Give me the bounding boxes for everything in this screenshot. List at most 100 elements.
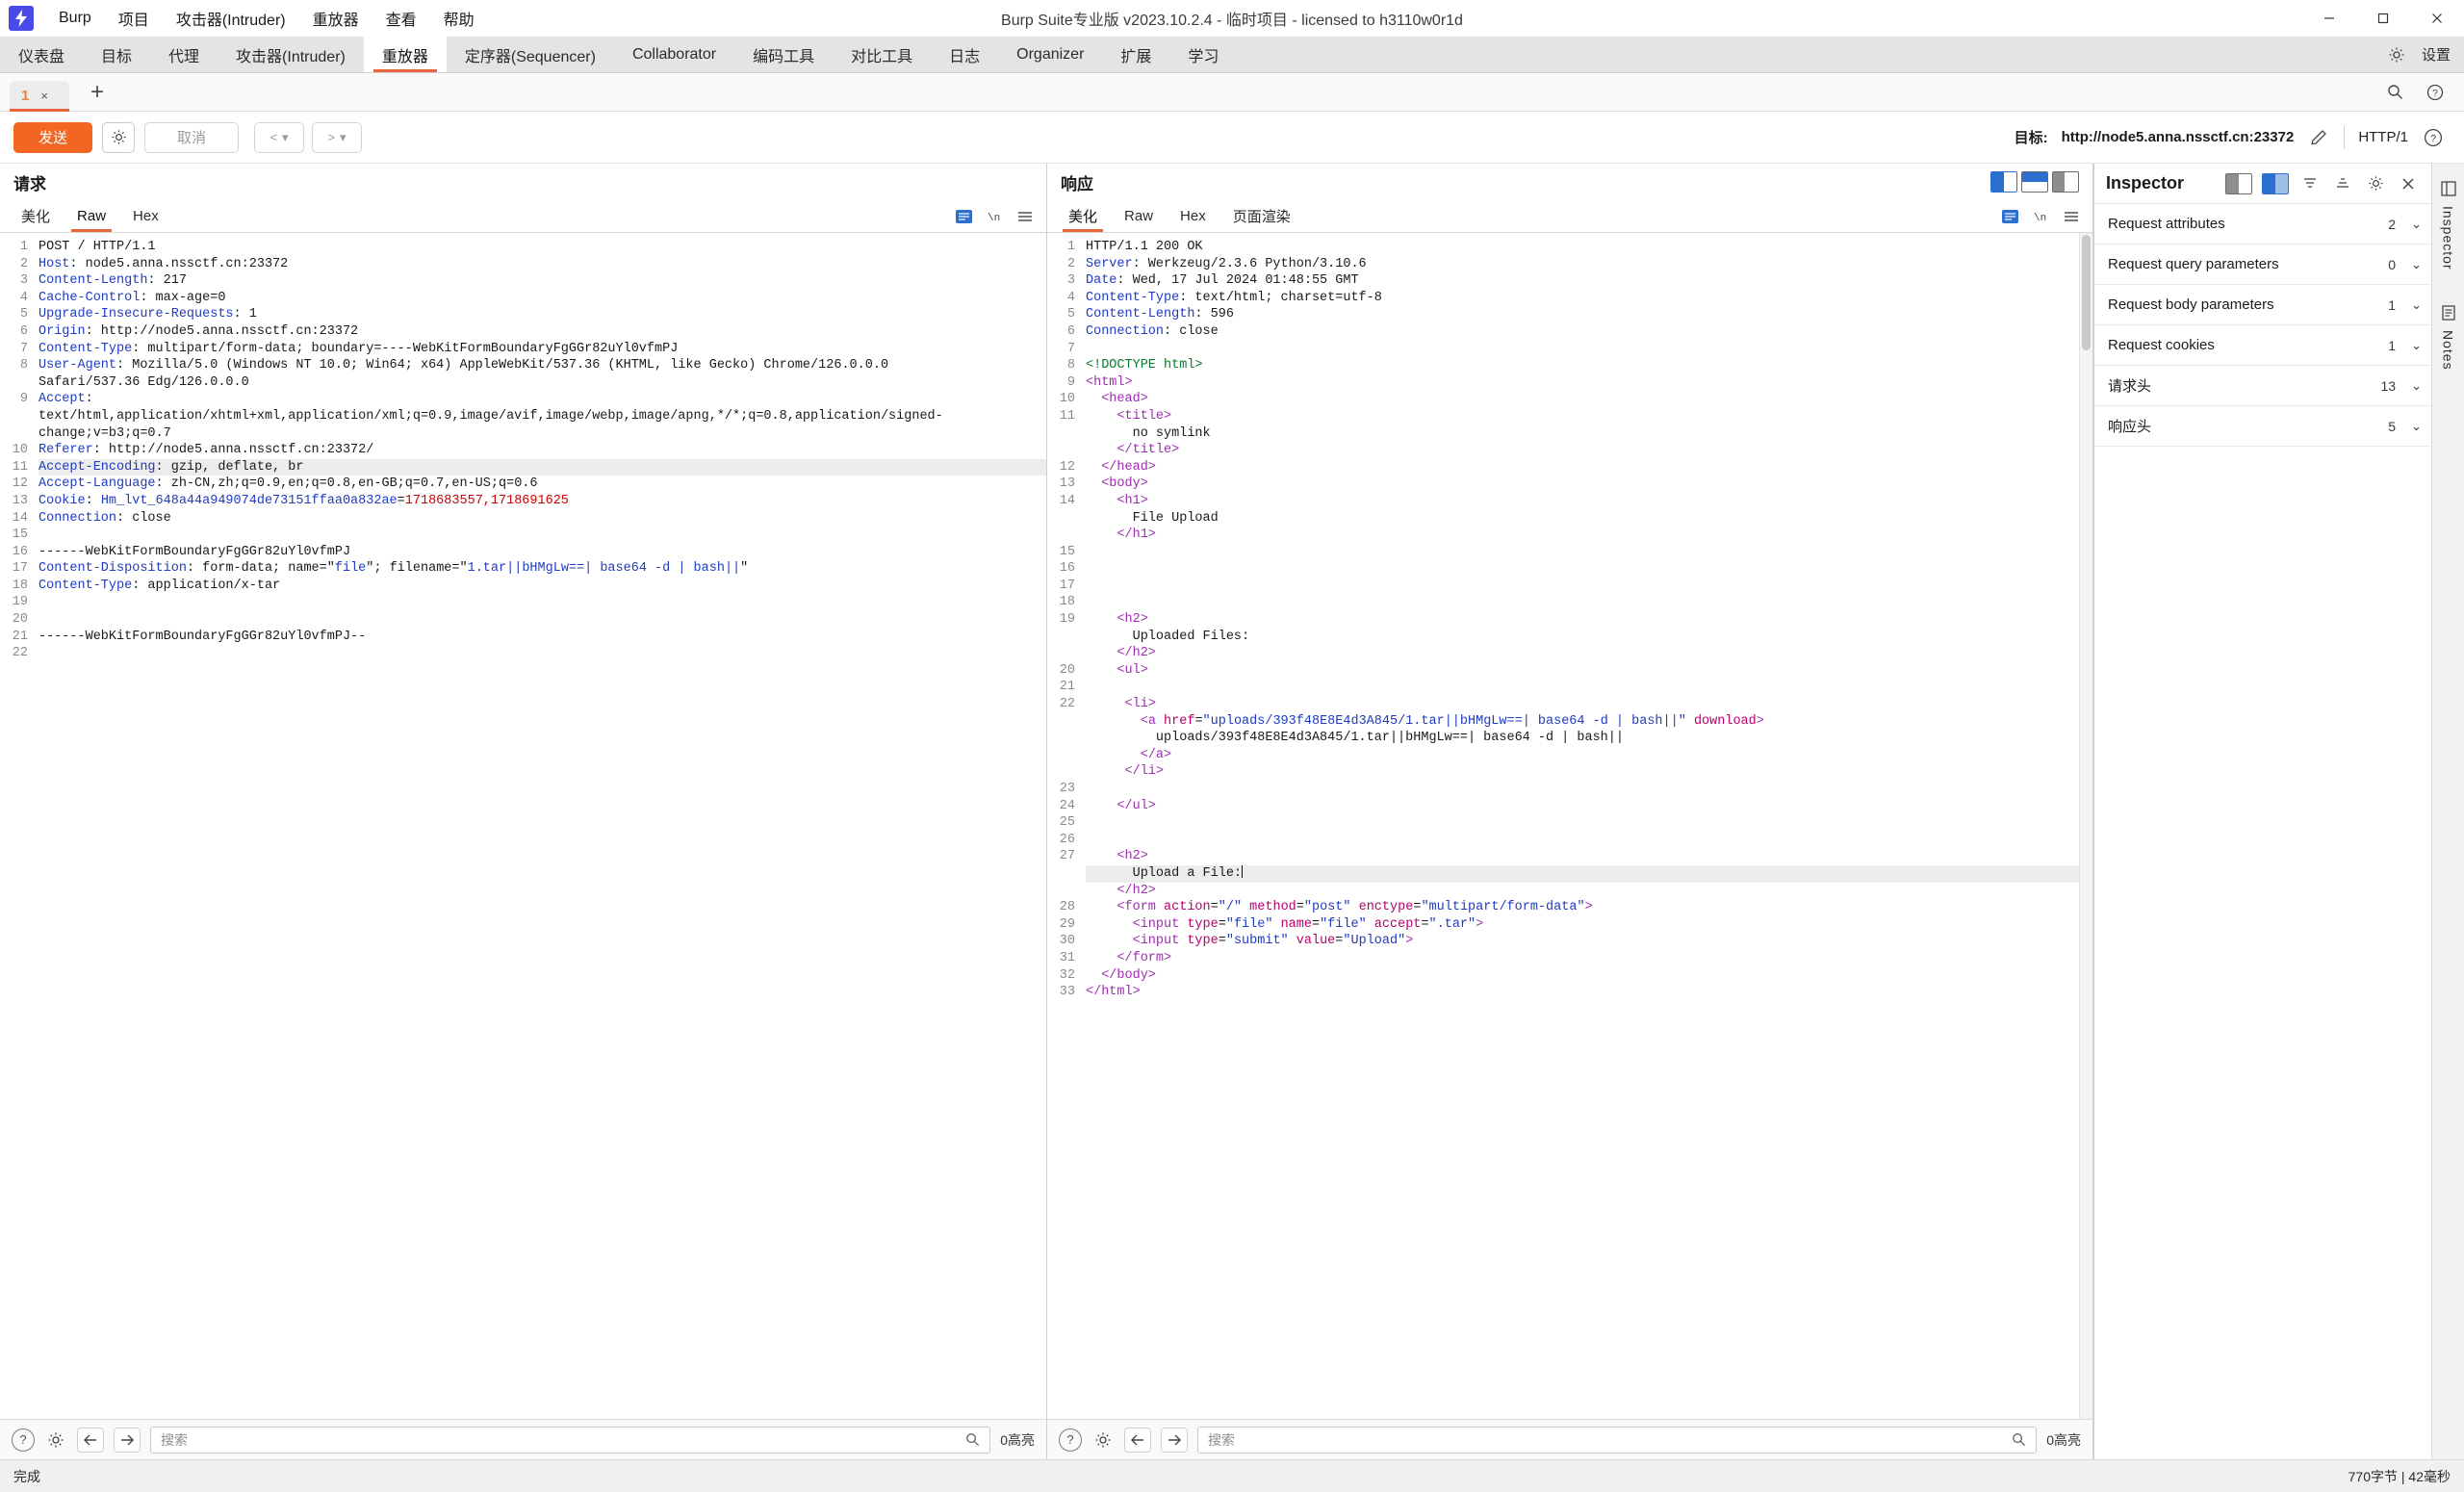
code-line[interactable] — [1086, 578, 2092, 595]
search-icon[interactable] — [2383, 81, 2406, 104]
response-search-input[interactable]: 搜索 — [1197, 1426, 2038, 1453]
arrow-right-icon[interactable] — [1161, 1427, 1188, 1453]
code-line[interactable]: <h1> — [1086, 493, 2092, 510]
code-line[interactable]: <input type="submit" value="Upload"> — [1086, 933, 2092, 950]
inspector-row-request-query-parameters[interactable]: Request query parameters 0 ⌄ — [2094, 244, 2431, 285]
expand-icon[interactable] — [2331, 172, 2354, 195]
code-line[interactable]: <html> — [1086, 374, 2092, 392]
arrow-right-icon[interactable] — [114, 1427, 141, 1453]
code-line[interactable]: </h2> — [1086, 645, 2092, 662]
scrollbar-thumb[interactable] — [2082, 235, 2091, 350]
question-circle-icon[interactable]: ? — [2422, 126, 2445, 149]
request-tab-raw[interactable]: Raw — [64, 200, 119, 232]
tab-extensions[interactable]: 扩展 — [1102, 37, 1169, 72]
search-icon[interactable] — [2012, 1432, 2026, 1447]
inspector-icon[interactable] — [2440, 181, 2456, 196]
code-line[interactable] — [1086, 544, 2092, 561]
request-code[interactable]: POST / HTTP/1.1 Host: node5.anna.nssctf.c… — [33, 233, 1046, 1419]
code-line[interactable]: File Upload — [1086, 510, 2092, 527]
close-button[interactable] — [2410, 0, 2464, 37]
code-line[interactable]: Referer: http://node5.anna.nssctf.cn:233… — [38, 442, 1046, 459]
layout-split-icon[interactable] — [2225, 172, 2252, 194]
code-line[interactable]: HTTP/1.1 200 OK — [1086, 239, 2092, 256]
add-tab-button[interactable]: + — [85, 80, 110, 104]
code-line[interactable]: ------WebKitFormBoundaryFgGGr82uYl0vfmPJ… — [38, 629, 1046, 646]
tab-proxy[interactable]: 代理 — [150, 37, 218, 72]
code-line[interactable]: User-Agent: Mozilla/5.0 (Windows NT 10.0… — [38, 357, 1046, 374]
code-line[interactable]: <body> — [1086, 476, 2092, 493]
tab-sequencer[interactable]: 定序器(Sequencer) — [447, 37, 614, 72]
maximize-button[interactable] — [2356, 0, 2410, 37]
chevron-down-icon[interactable]: ⌄ — [2411, 217, 2422, 232]
inspector-row-request-cookies[interactable]: Request cookies 1 ⌄ — [2094, 325, 2431, 366]
collapse-icon[interactable] — [2298, 172, 2322, 195]
arrow-left-icon[interactable] — [77, 1427, 104, 1453]
tab-learn[interactable]: 学习 — [1169, 37, 1237, 72]
question-circle-icon[interactable]: ? — [2424, 81, 2447, 104]
code-line[interactable]: Accept: — [38, 391, 1046, 408]
code-line[interactable] — [1086, 679, 2092, 696]
newline-icon[interactable]: \n — [985, 208, 1004, 225]
tab-decoder[interactable]: 编码工具 — [734, 37, 833, 72]
response-tab-raw[interactable]: Raw — [1111, 200, 1167, 232]
close-icon[interactable] — [2397, 172, 2420, 195]
code-line[interactable]: </html> — [1086, 984, 2092, 1001]
notes-icon[interactable] — [2441, 304, 2456, 321]
code-line[interactable]: no symlink — [1086, 425, 2092, 443]
repeater-tab-1[interactable]: 1 × — [10, 80, 69, 112]
tab-intruder[interactable]: 攻击器(Intruder) — [218, 37, 364, 72]
rail-label-notes[interactable]: Notes — [2441, 330, 2456, 371]
code-line[interactable]: Content-Disposition: form-data; name="fi… — [38, 560, 1046, 578]
code-line[interactable]: Host: node5.anna.nssctf.cn:23372 — [38, 256, 1046, 273]
code-line[interactable] — [1086, 341, 2092, 358]
response-editor[interactable]: 1 2 3 4 5 6 7 8 9 10 11 12 13 14 15 16 17 18 19 20 21 22 23 24 2… — [1047, 233, 2092, 1419]
response-scrollbar[interactable] — [2079, 233, 2092, 1419]
code-line[interactable]: Server: Werkzeug/2.3.6 Python/3.10.6 — [1086, 256, 2092, 273]
code-line[interactable]: <head> — [1086, 391, 2092, 408]
code-line[interactable]: <ul> — [1086, 662, 2092, 680]
code-line[interactable] — [1086, 832, 2092, 849]
code-line[interactable]: </h1> — [1086, 527, 2092, 544]
tab-repeater[interactable]: 重放器 — [363, 37, 447, 72]
code-line[interactable]: Safari/537.36 Edg/126.0.0.0 — [38, 374, 1046, 392]
arrow-left-icon[interactable] — [1124, 1427, 1151, 1453]
code-line[interactable] — [38, 645, 1046, 662]
close-icon[interactable]: × — [40, 89, 48, 103]
code-line[interactable]: </form> — [1086, 950, 2092, 967]
response-tab-render[interactable]: 页面渲染 — [1219, 200, 1304, 232]
inspector-row-response-headers[interactable]: 响应头 5 ⌄ — [2094, 406, 2431, 447]
chevron-down-icon[interactable]: ⌄ — [2411, 338, 2422, 353]
gear-icon[interactable] — [2385, 43, 2408, 66]
code-line[interactable]: <a href="uploads/393f48E8E4d3A845/1.tar|… — [1086, 713, 2092, 731]
tab-collaborator[interactable]: Collaborator — [614, 37, 734, 72]
code-line[interactable]: </ul> — [1086, 798, 2092, 815]
code-line[interactable]: Connection: close — [1086, 323, 2092, 341]
code-line[interactable]: Cache-Control: max-age=0 — [38, 290, 1046, 307]
code-line[interactable] — [1086, 781, 2092, 798]
code-line[interactable]: Cookie: Hm_lvt_648a44a949074de73151ffaa0… — [38, 493, 1046, 510]
request-tab-pretty[interactable]: 美化 — [8, 200, 64, 232]
code-line[interactable]: Content-Length: 596 — [1086, 306, 2092, 323]
tab-target[interactable]: 目标 — [83, 37, 150, 72]
code-line[interactable]: text/html,application/xhtml+xml,applicat… — [38, 408, 1046, 425]
pencil-icon[interactable] — [2307, 126, 2330, 149]
menu-icon[interactable] — [2062, 208, 2081, 225]
menu-item-help[interactable]: 帮助 — [430, 1, 488, 36]
code-line[interactable]: <li> — [1086, 696, 2092, 713]
code-line[interactable]: POST / HTTP/1.1 — [38, 239, 1046, 256]
chevron-down-icon[interactable]: ⌄ — [2411, 297, 2422, 313]
tab-comparer[interactable]: 对比工具 — [833, 37, 931, 72]
code-line[interactable]: <form action="/" method="post" enctype="… — [1086, 899, 2092, 916]
response-tab-hex[interactable]: Hex — [1167, 200, 1219, 232]
code-line[interactable]: <title> — [1086, 408, 2092, 425]
wrap-lines-icon[interactable] — [954, 208, 973, 225]
menu-item-view[interactable]: 查看 — [372, 1, 430, 36]
layout-split-selected-icon[interactable] — [2262, 172, 2289, 194]
code-line[interactable]: Upload a File: — [1086, 864, 2092, 883]
code-line[interactable]: Content-Type: text/html; charset=utf-8 — [1086, 290, 2092, 307]
layout-split-vertical-icon[interactable] — [1990, 171, 2017, 193]
chevron-down-icon[interactable]: ⌄ — [2411, 419, 2422, 434]
code-line[interactable]: Content-Type: multipart/form-data; bound… — [38, 341, 1046, 358]
code-line[interactable] — [38, 527, 1046, 544]
menu-item-repeater[interactable]: 重放器 — [299, 1, 372, 36]
